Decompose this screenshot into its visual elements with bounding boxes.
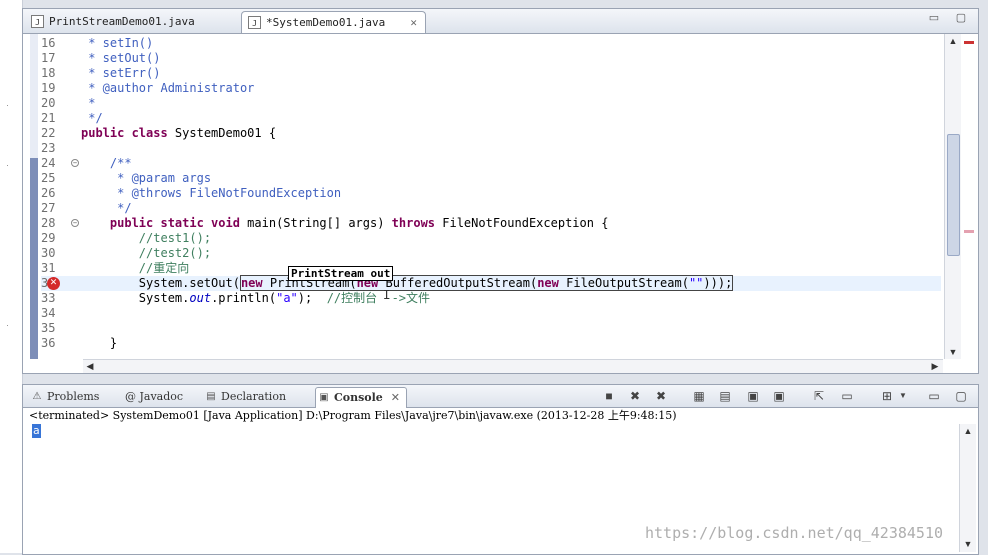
ruler-highlight: [30, 158, 38, 173]
maximize-icon[interactable]: ▢: [953, 388, 969, 404]
minimize-icon[interactable]: ▭: [928, 12, 940, 24]
code-line: 34: [41, 306, 56, 320]
code-line: 27 */: [41, 201, 132, 215]
code-area[interactable]: 16 * setIn() 17 * setOut() 18 * setErr()…: [23, 34, 943, 359]
code-line: 33 System.out.println("a"); //控制台 -->文件: [41, 291, 431, 305]
problems-icon: ⚠: [32, 391, 42, 402]
minimize-icon[interactable]: ▭: [926, 388, 942, 404]
editor-tab-bar: J PrintStreamDemo01.java J *SystemDemo01…: [23, 9, 978, 34]
code-line: 22 public class SystemDemo01 {: [41, 126, 277, 140]
left-window-strip: · · ·: [0, 0, 23, 553]
scroll-down-icon[interactable]: ▼: [945, 345, 961, 359]
watermark: https://blog.csdn.net/qq_42384510: [645, 524, 944, 542]
code-line: 24− /**: [41, 156, 132, 170]
tab-label: PrintStreamDemo01.java: [49, 15, 195, 28]
tab-javadoc[interactable]: @ Javadoc: [107, 387, 183, 407]
fold-toggle-icon[interactable]: −: [71, 219, 79, 227]
scroll-up-icon[interactable]: ▲: [945, 34, 961, 48]
tab-console[interactable]: ▣ Console ✕: [315, 387, 408, 408]
console-output[interactable]: a: [32, 424, 41, 438]
code-line: 31 //重定向: [41, 261, 190, 275]
text-cursor-icon: I: [383, 288, 391, 302]
pin-console-icon[interactable]: ⇱: [811, 388, 827, 404]
scroll-right-icon[interactable]: ▶: [928, 360, 942, 373]
show-stderr-icon[interactable]: ▣: [771, 388, 787, 404]
editor-vertical-scrollbar[interactable]: ▲ ▼: [944, 34, 961, 359]
close-icon[interactable]: ✕: [410, 12, 417, 34]
overview-ruler: [961, 34, 977, 359]
tab-printstreamdemo01[interactable]: J PrintStreamDemo01.java: [25, 11, 237, 33]
display-console-icon[interactable]: ▭: [839, 388, 855, 404]
code-line: 35: [41, 321, 56, 335]
maximize-icon[interactable]: ▢: [955, 12, 967, 24]
code-line: 19 * @author Administrator: [41, 81, 255, 95]
code-line: 16 * setIn(): [41, 36, 154, 50]
panel-tab-bar: ⚠ Problems @ Javadoc ▤ Declaration ▣ Consol…: [23, 385, 978, 408]
editor-horizontal-scrollbar[interactable]: ◀ ▶: [83, 359, 943, 373]
code-line: 30 //test2();: [41, 246, 212, 260]
error-marker[interactable]: [964, 41, 974, 44]
remove-launch-icon[interactable]: ✖: [627, 388, 643, 404]
scroll-down-icon[interactable]: ▼: [960, 537, 976, 551]
code-line: 28− public static void main(String[] arg…: [41, 216, 609, 230]
code-line: 20 *: [41, 96, 96, 110]
code-line: 23: [41, 141, 56, 155]
code-line: 21 */: [41, 111, 103, 125]
open-console-icon[interactable]: ⊞: [879, 388, 895, 404]
declaration-icon: ▤: [206, 391, 216, 402]
java-file-icon: J: [31, 15, 44, 28]
chevron-down-icon[interactable]: ▼: [895, 388, 911, 404]
java-editor: J PrintStreamDemo01.java J *SystemDemo01…: [22, 8, 979, 374]
scroll-left-icon[interactable]: ◀: [83, 360, 97, 373]
error-icon[interactable]: ✕: [47, 277, 60, 290]
code-line: 18 * setErr(): [41, 66, 161, 80]
code-line: 26 * @throws FileNotFoundException: [41, 186, 342, 200]
console-icon: ▣: [319, 392, 329, 403]
tab-problems[interactable]: ⚠ Problems: [29, 387, 100, 407]
error-marker[interactable]: [964, 230, 974, 233]
console-vertical-scrollbar[interactable]: ▲ ▼: [959, 424, 976, 552]
tab-declaration[interactable]: ▤ Declaration: [203, 387, 286, 407]
code-line-current: ✕32 System.setOut(new PrintStream(new Bu…: [41, 275, 941, 291]
code-line: 29 //test1();: [41, 231, 212, 245]
code-line: 17 * setOut(): [41, 51, 161, 65]
tab-systemdemo01[interactable]: J *SystemDemo01.java ✕: [241, 11, 426, 33]
hover-tooltip: PrintStream out: [288, 266, 394, 281]
console-status-line: <terminated> SystemDemo01 [Java Applicat…: [29, 409, 677, 422]
code-line: 36 }: [41, 336, 118, 350]
show-stdout-icon[interactable]: ▣: [745, 388, 761, 404]
tab-label: *SystemDemo01.java: [266, 16, 386, 29]
fold-toggle-icon[interactable]: −: [71, 159, 79, 167]
code-line: 25 * @param args: [41, 171, 212, 185]
remove-all-launches-icon[interactable]: ✖: [653, 388, 669, 404]
ruler-highlight: [30, 173, 38, 359]
close-icon[interactable]: ✕: [391, 391, 400, 404]
clear-console-icon[interactable]: ▦: [691, 388, 707, 404]
scroll-up-icon[interactable]: ▲: [960, 424, 976, 438]
scroll-lock-icon[interactable]: ▤: [717, 388, 733, 404]
scroll-thumb[interactable]: [947, 134, 960, 256]
java-file-icon: J: [248, 16, 261, 29]
terminate-icon[interactable]: ■: [601, 388, 617, 404]
